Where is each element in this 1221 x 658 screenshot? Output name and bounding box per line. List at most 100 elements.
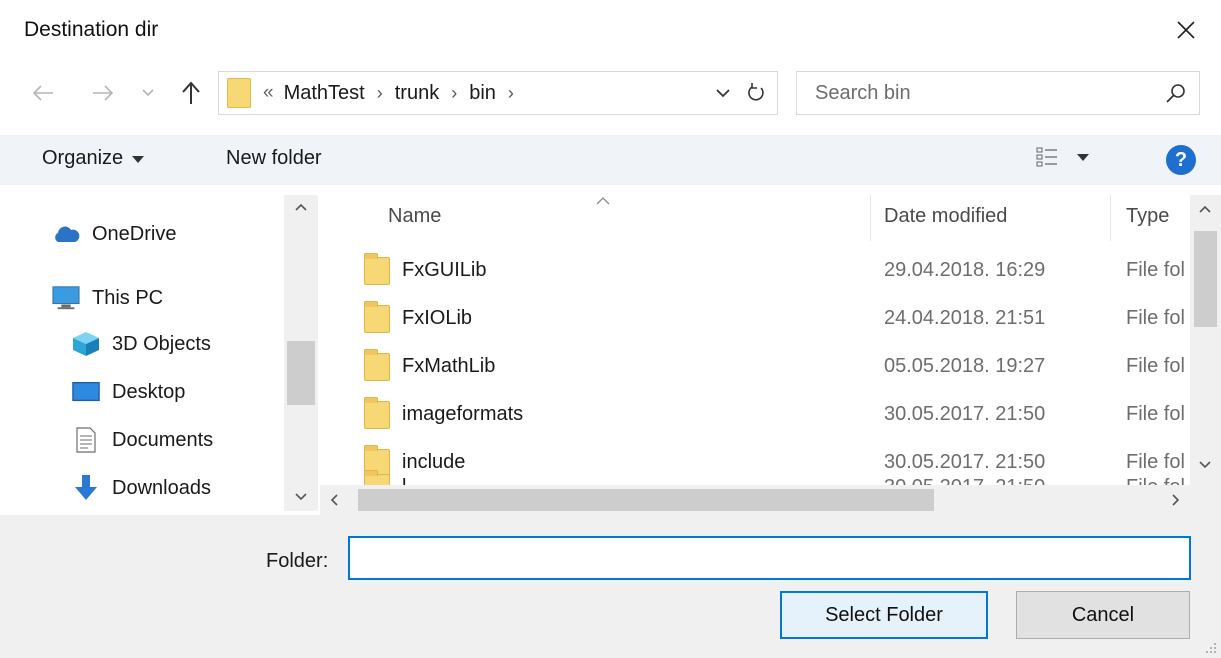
file-name: FxGUILib [402, 259, 487, 281]
list-item[interactable]: imageformats 30.05.2017. 21:50 File fol [320, 394, 1200, 434]
list-item[interactable]: FxIOLib 24.04.2018. 21:51 File fol [320, 298, 1200, 338]
details-view-icon [1036, 147, 1057, 167]
file-type: File fol [1126, 476, 1185, 485]
scroll-down-icon[interactable] [293, 489, 309, 505]
cube-icon [72, 331, 100, 357]
organize-button[interactable]: Organize [42, 147, 145, 170]
recent-locations-button[interactable] [138, 82, 158, 104]
file-list-vertical-scrollbar[interactable] [1190, 195, 1221, 485]
dialog-title: Destination dir [24, 18, 159, 41]
forward-button[interactable] [88, 78, 118, 108]
chevron-down-icon [142, 89, 154, 97]
breadcrumb-separator-icon[interactable]: › [377, 83, 383, 104]
footer-panel: Folder: Select Folder Cancel [0, 515, 1221, 658]
scroll-up-icon[interactable] [293, 199, 309, 215]
file-date: 05.05.2018. 19:27 [884, 355, 1046, 377]
nav-item-onedrive[interactable]: OneDrive [52, 217, 176, 251]
file-type: File fol [1126, 259, 1185, 281]
scrollbar-corner [1190, 485, 1221, 515]
scroll-right-icon[interactable] [1168, 492, 1184, 508]
select-folder-button[interactable]: Select Folder [780, 591, 988, 639]
breadcrumb-bin[interactable]: bin [469, 82, 496, 105]
address-bar[interactable]: « MathTest › trunk › bin › [218, 71, 778, 115]
file-list-horizontal-scrollbar[interactable] [320, 485, 1190, 515]
up-button[interactable] [176, 76, 206, 110]
sort-ascending-icon [596, 197, 610, 205]
nav-item-desktop[interactable]: Desktop [72, 375, 185, 409]
list-item[interactable]: FxGUILib 29.04.2018. 16:29 File fol [320, 250, 1200, 290]
column-header-name[interactable]: Name [388, 205, 441, 228]
nav-label: Desktop [112, 380, 186, 403]
file-type: File fol [1126, 355, 1185, 377]
folder-dialog: Destination dir « MathTest › trunk › bin… [0, 0, 1221, 658]
arrow-left-icon [32, 85, 53, 101]
column-header-type[interactable]: Type [1126, 205, 1169, 228]
downloads-icon [72, 475, 100, 501]
cancel-button[interactable]: Cancel [1016, 591, 1190, 639]
cloud-icon [52, 221, 80, 247]
file-date: 30.05.2017. 21:50 [884, 476, 1045, 485]
folder-icon [364, 349, 390, 381]
close-button[interactable] [1163, 8, 1209, 52]
scrollbar-thumb[interactable] [358, 489, 934, 511]
scrollbar-thumb[interactable] [287, 341, 315, 405]
back-button[interactable] [28, 78, 58, 108]
file-date: 30.05.2017. 21:50 [884, 403, 1046, 425]
breadcrumb-separator-icon[interactable]: › [508, 83, 514, 104]
search-input[interactable] [815, 80, 1145, 106]
file-type: File fol [1126, 403, 1185, 425]
caret-down-icon [132, 155, 145, 163]
folder-icon [364, 397, 390, 429]
folder-icon [364, 470, 390, 485]
arrow-right-icon [93, 85, 114, 101]
overflow-chevron[interactable]: « [263, 82, 274, 104]
file-name: FxMathLib [402, 355, 496, 377]
scroll-left-icon[interactable] [326, 492, 342, 508]
file-name: FxIOLib [402, 307, 473, 329]
breadcrumb-mathtest[interactable]: MathTest [284, 82, 365, 105]
resize-grip-icon[interactable] [1204, 641, 1218, 655]
caret-down-icon [1077, 154, 1089, 161]
breadcrumb: « MathTest › trunk › bin › [263, 82, 526, 105]
refresh-icon [748, 83, 764, 101]
folder-input[interactable] [348, 536, 1191, 580]
nav-item-3d-objects[interactable]: 3D Objects [72, 327, 211, 361]
help-button[interactable]: ? [1166, 145, 1196, 175]
search-box [796, 71, 1200, 115]
nav-label: 3D Objects [112, 332, 211, 355]
file-name: imageformats [402, 403, 524, 425]
address-dropdown-button[interactable] [713, 82, 733, 104]
nav-item-this-pc[interactable]: This PC [52, 281, 163, 315]
nav-label: Downloads [112, 476, 211, 499]
column-divider[interactable] [1110, 195, 1111, 241]
scroll-up-icon[interactable] [1197, 201, 1213, 217]
nav-item-downloads[interactable]: Downloads [72, 471, 211, 505]
file-name: l [402, 476, 406, 485]
computer-icon [52, 285, 80, 311]
column-divider[interactable] [870, 195, 871, 241]
change-view-button[interactable] [1036, 146, 1090, 168]
scroll-down-icon[interactable] [1197, 457, 1213, 473]
organize-label: Organize [42, 147, 124, 169]
file-list: Name Date modified Type FxGUILib 29.04.2… [320, 195, 1221, 485]
navigation-scrollbar[interactable] [284, 195, 318, 511]
breadcrumb-trunk[interactable]: trunk [395, 82, 439, 105]
refresh-button[interactable] [743, 80, 769, 106]
list-item[interactable]: FxMathLib 05.05.2018. 19:27 File fol [320, 346, 1200, 386]
nav-item-documents[interactable]: Documents [72, 423, 213, 457]
chevron-down-icon [716, 88, 730, 97]
column-header-date-modified[interactable]: Date modified [884, 205, 1007, 228]
folder-icon [364, 253, 390, 285]
navigation-pane: OneDrive This PC 3D Objects Desktop Docu… [0, 195, 320, 511]
new-folder-button[interactable]: New folder [226, 147, 322, 170]
close-icon [1177, 21, 1195, 39]
arrow-up-icon [182, 81, 200, 104]
breadcrumb-separator-icon[interactable]: › [451, 83, 457, 104]
file-type: File fol [1126, 307, 1185, 329]
search-icon[interactable] [1165, 82, 1187, 104]
nav-label: This PC [92, 286, 164, 309]
list-item[interactable]: l 30.05.2017. 21:50 File fol [320, 467, 1200, 485]
scrollbar-thumb[interactable] [1194, 231, 1217, 327]
file-date: 24.04.2018. 21:51 [884, 307, 1046, 329]
file-date: 29.04.2018. 16:29 [884, 259, 1046, 281]
